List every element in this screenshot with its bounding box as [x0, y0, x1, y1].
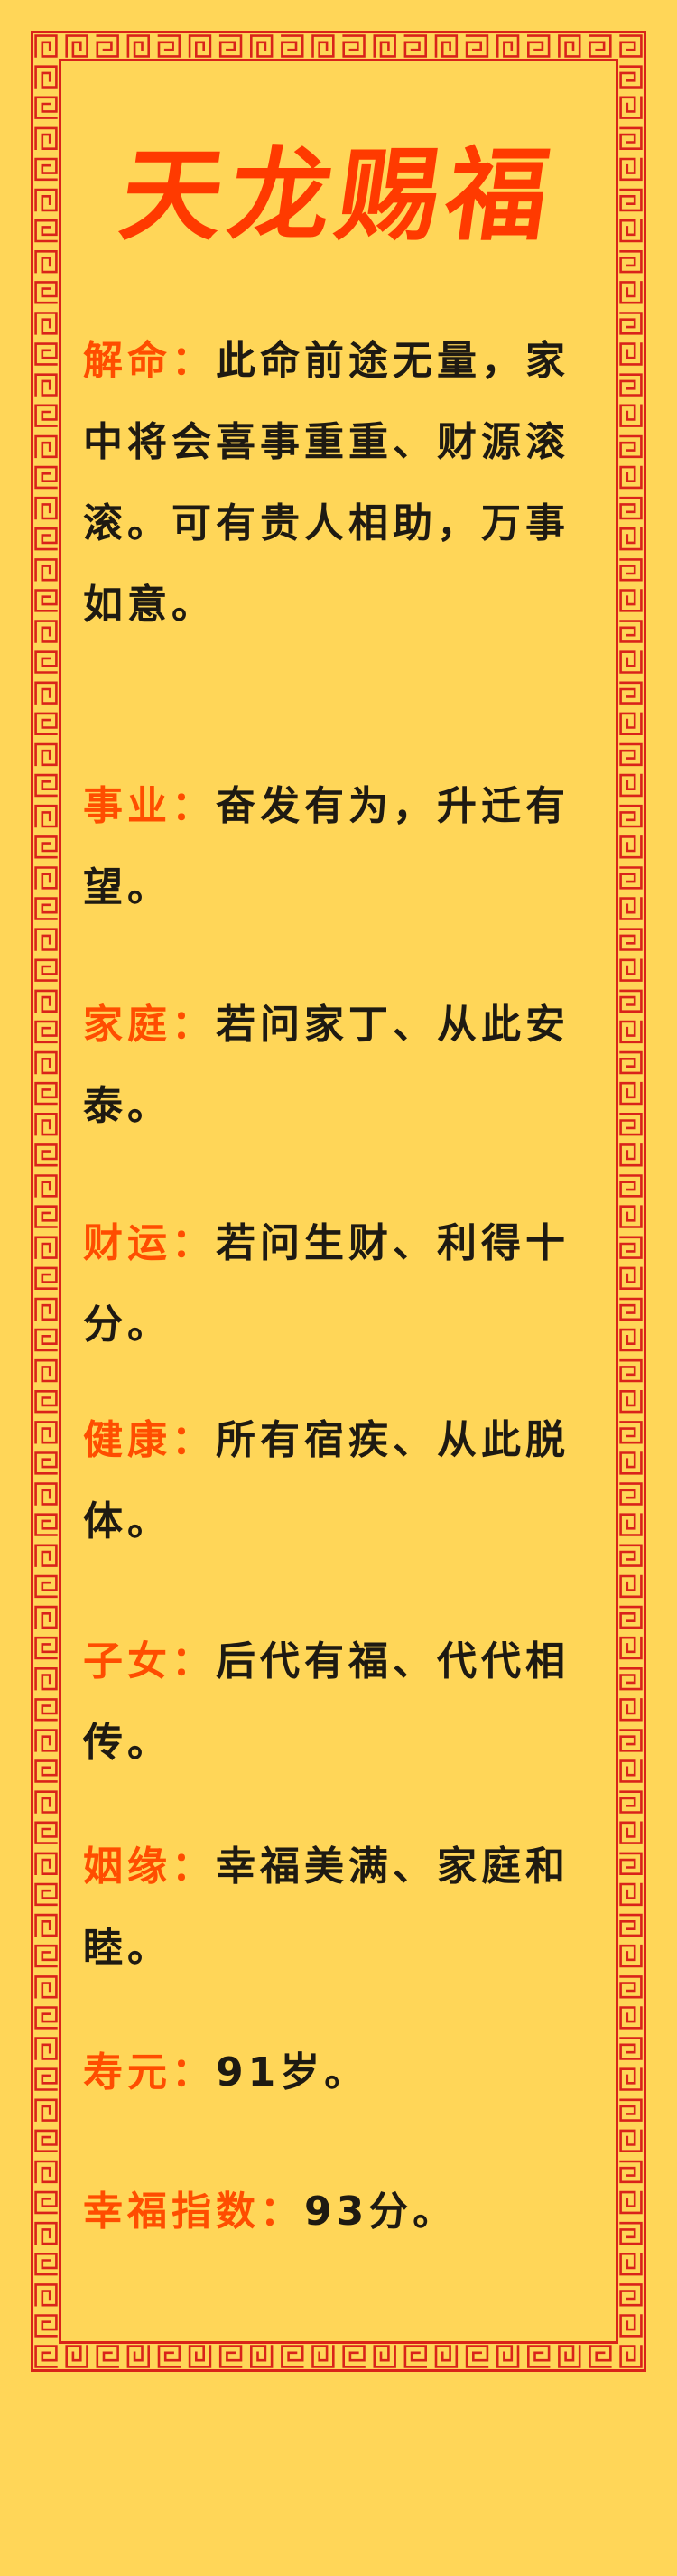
fortune-section-career: 事业：奋发有为，升迁有望。	[83, 766, 599, 929]
section-text: 91岁。	[216, 2049, 369, 2095]
section-text: 93分。	[304, 2189, 458, 2235]
section-label: 事业：	[83, 783, 216, 829]
fortune-section-health: 健康：所有宿疾、从此脱体。	[83, 1400, 599, 1563]
fortune-section-longevity: 寿元：91岁。	[83, 2032, 599, 2114]
fortune-section-wealth: 财运：若问生财、利得十分。	[83, 1203, 599, 1366]
fortune-section-happiness-index: 幸福指数：93分。	[83, 2171, 599, 2253]
page-title: 天龙赐福	[113, 136, 564, 255]
fortune-section-family: 家庭：若问家丁、从此安泰。	[83, 985, 599, 1147]
fortune-section-life: 解命：此命前途无量，家中将会喜事重重、财源滚滚。可有贵人相助，万事如意。	[83, 321, 599, 646]
section-label: 财运：	[83, 1220, 216, 1266]
section-label: 健康：	[83, 1417, 216, 1463]
section-label: 子女：	[83, 1638, 216, 1685]
fortune-section-marriage: 姻缘：幸福美满、家庭和睦。	[83, 1826, 599, 1989]
section-label: 寿元：	[83, 2049, 216, 2095]
section-label: 解命：	[83, 338, 216, 384]
section-label: 幸福指数：	[83, 2189, 304, 2235]
section-label: 家庭：	[83, 1002, 216, 1048]
section-label: 姻缘：	[83, 1843, 216, 1890]
fortune-section-children: 子女：后代有福、代代相传。	[83, 1621, 599, 1784]
